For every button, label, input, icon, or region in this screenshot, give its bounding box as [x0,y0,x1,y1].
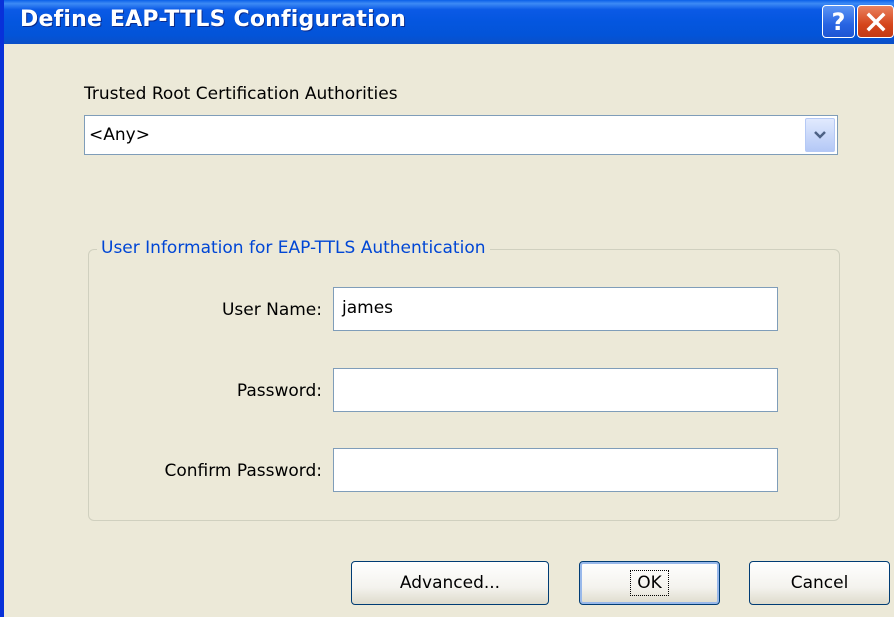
dropdown-button[interactable] [805,118,835,152]
help-button[interactable]: ? [822,5,855,38]
confirm-password-label: Confirm Password: [164,461,322,481]
title-bar[interactable]: Define EAP-TTLS Configuration ? [4,0,894,44]
help-icon: ? [831,7,846,36]
confirm-password-input[interactable] [333,448,778,492]
user-info-legend: User Information for EAP-TTLS Authentica… [97,238,490,258]
trusted-root-select[interactable]: <Any> [84,115,838,155]
password-input[interactable] [333,368,778,412]
ok-button[interactable]: OK [579,561,720,605]
trusted-root-label: Trusted Root Certification Authorities [84,84,398,104]
cancel-button[interactable]: Cancel [749,561,890,605]
username-label: User Name: [221,300,322,320]
advanced-button-label: Advanced... [399,573,501,593]
trusted-root-selected-value: <Any> [89,125,150,145]
eap-ttls-dialog: Define EAP-TTLS Configuration ? Trusted … [0,0,894,617]
username-input[interactable]: james [333,287,778,331]
close-button[interactable] [857,5,894,38]
chevron-down-icon [814,131,826,139]
advanced-button[interactable]: Advanced... [351,561,549,605]
ok-button-label: OK [630,570,669,596]
close-icon [866,12,885,31]
password-label: Password: [236,381,322,401]
cancel-button-label: Cancel [790,573,849,593]
dialog-title: Define EAP-TTLS Configuration [20,7,407,32]
